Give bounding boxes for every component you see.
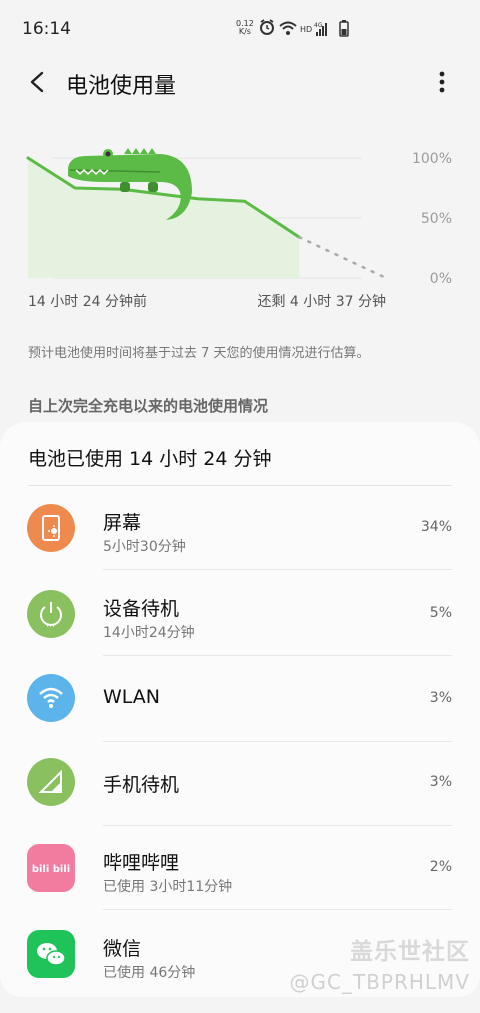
network-speed-unit: K/s xyxy=(238,27,251,36)
wechat-app-icon xyxy=(27,930,75,978)
section-header: 自上次完全充电以来的电池使用情况 xyxy=(28,397,269,415)
network-speed: 0.12 K/s xyxy=(236,20,254,36)
usage-item-name: 微信 xyxy=(103,938,142,960)
svg-text:4G: 4G xyxy=(314,22,323,29)
usage-item-sub: 已使用 46分钟 xyxy=(103,965,196,981)
usage-item-percent: 3% xyxy=(429,774,452,790)
back-button[interactable] xyxy=(24,68,52,96)
usage-item-name: 哔哩哔哩 xyxy=(103,852,180,874)
app-bar: 电池使用量 xyxy=(0,58,480,106)
divider xyxy=(103,909,452,910)
page-title: 电池使用量 xyxy=(66,74,177,99)
chart-start-label: 14 小时 24 分钟前 xyxy=(28,294,147,310)
battery-icon xyxy=(339,20,349,37)
status-time: 16:14 xyxy=(22,19,71,39)
usage-item-name: WLAN xyxy=(103,686,161,708)
usage-row-screen[interactable]: 屏幕 5小时30分钟 34% xyxy=(0,486,480,570)
usage-item-percent: 5% xyxy=(429,605,452,621)
screen-brightness-icon xyxy=(27,504,75,552)
usage-row-phone-standby[interactable]: 手机待机 3% xyxy=(0,742,480,826)
4g-signal-icon: 4G xyxy=(314,22,327,36)
watermark-brand: 盖乐世社区 xyxy=(350,939,470,965)
chart-y-tick-label: 0% xyxy=(430,271,452,287)
chart-end-label: 还剩 4 小时 37 分钟 xyxy=(257,294,386,310)
divider xyxy=(103,655,452,656)
usage-item-sub: 已使用 3小时11分钟 xyxy=(103,879,233,895)
more-vertical-icon xyxy=(439,71,445,93)
battery-usage-chart: 100% 50% 0% xyxy=(26,148,452,287)
usage-card: 电池已使用 14 小时 24 分钟 屏幕 5小时30分钟 34% 设备待机 14… xyxy=(0,422,480,997)
usage-item-name: 手机待机 xyxy=(103,774,180,796)
back-arrow-icon xyxy=(30,71,44,93)
wifi-icon xyxy=(279,21,297,35)
usage-item-name: 设备待机 xyxy=(103,598,180,620)
chart-y-tick-label: 50% xyxy=(421,211,452,227)
usage-item-percent: 3% xyxy=(429,690,452,706)
usage-item-percent: 2% xyxy=(429,859,452,875)
estimate-note: 预计电池使用时间将基于过去 7 天您的使用情况进行估算。 xyxy=(28,346,370,361)
chart-projection-line xyxy=(298,235,388,280)
hd-icon: HD xyxy=(300,25,312,34)
bilibili-app-icon: bili bili xyxy=(27,844,75,892)
usage-row-device-standby[interactable]: 设备待机 14小时24分钟 5% xyxy=(0,572,480,656)
usage-title: 电池已使用 14 小时 24 分钟 xyxy=(28,448,272,470)
power-icon xyxy=(27,590,75,638)
usage-item-percent: 34% xyxy=(420,519,452,535)
alarm-icon xyxy=(260,19,274,35)
status-bar: 16:14 0.12 K/s HD 4G xyxy=(0,0,480,58)
chart-y-tick-label: 100% xyxy=(412,151,452,167)
more-options-button[interactable] xyxy=(430,68,454,96)
divider xyxy=(103,569,452,570)
usage-item-sub: 14小时24分钟 xyxy=(103,625,195,641)
usage-row-wlan[interactable]: WLAN 3% xyxy=(0,658,480,742)
status-icons: HD 4G xyxy=(260,19,349,37)
usage-item-sub: 5小时30分钟 xyxy=(103,539,186,555)
cell-signal-icon xyxy=(27,758,75,806)
usage-row-bilibili[interactable]: bili bili 哔哩哔哩 已使用 3小时11分钟 2% xyxy=(0,826,480,910)
wifi-icon xyxy=(27,674,75,722)
usage-item-name: 屏幕 xyxy=(103,512,142,534)
watermark-user: @GC_TBPRHLMV xyxy=(289,970,470,994)
bilibili-logo-text: bili bili xyxy=(32,864,70,875)
